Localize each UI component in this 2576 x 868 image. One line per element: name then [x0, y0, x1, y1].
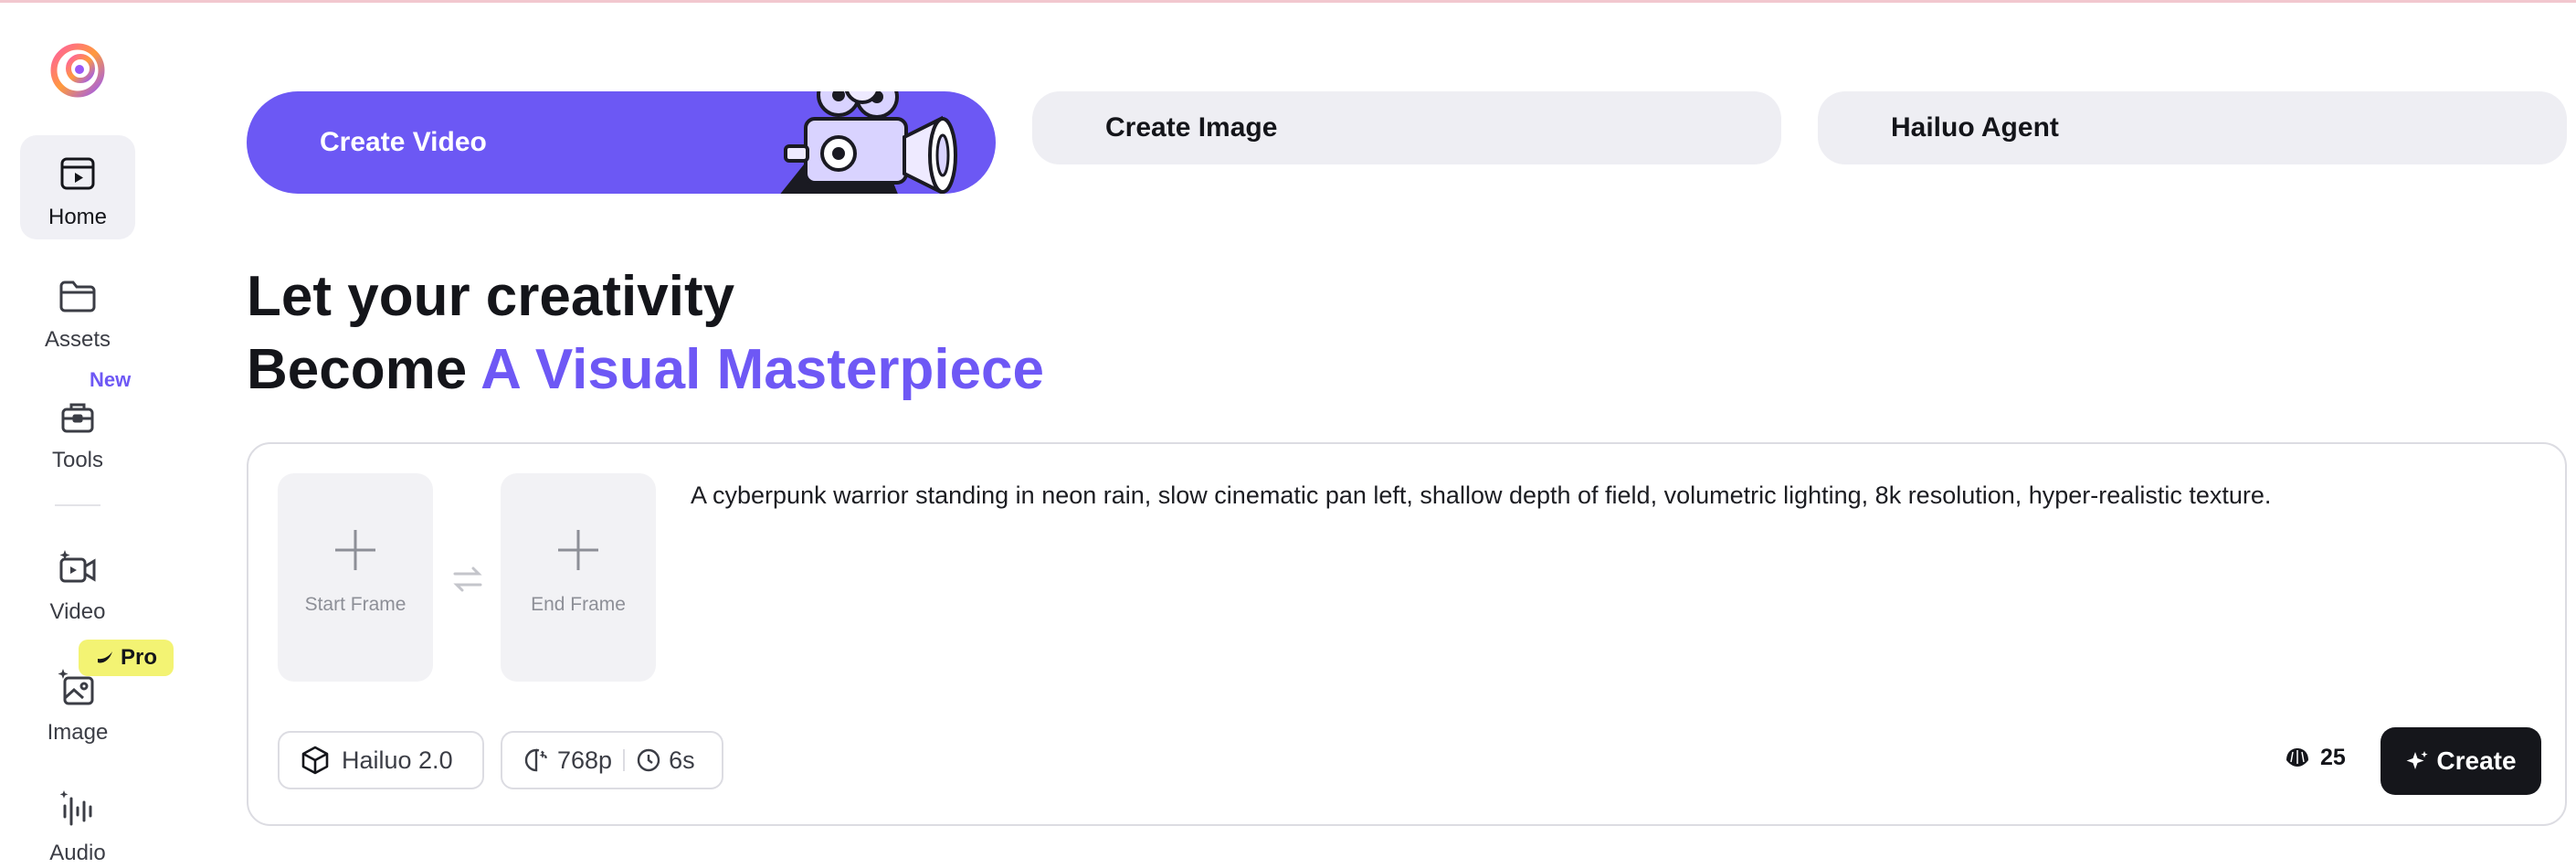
settings-separator [623, 749, 626, 771]
cube-icon [301, 746, 329, 775]
banana-icon [97, 651, 112, 663]
sidebar-item-label: Audio [49, 841, 106, 865]
start-frame-label: Start Frame [304, 594, 406, 615]
tab-label: Create Image [1105, 112, 1278, 143]
tab-create-image[interactable]: Create Image [1032, 91, 1781, 164]
video-icon [59, 550, 96, 583]
create-button[interactable]: Create [2381, 727, 2541, 795]
credits-shell-icon [2286, 748, 2308, 767]
sidebar: Home Assets Tools New Video Image Pro Au… [0, 0, 174, 868]
end-frame-label: End Frame [531, 594, 626, 615]
sidebar-item-label: Home [48, 205, 108, 229]
sidebar-item-label: Image [47, 720, 109, 745]
sidebar-item-label: Assets [44, 327, 111, 352]
resolution-label: 768p [557, 746, 613, 774]
credits-value: 25 [2320, 744, 2346, 770]
sidebar-item-video[interactable]: Video [20, 530, 135, 634]
tab-hailuo-agent[interactable]: Hailuo Agent [1818, 91, 2567, 164]
model-selector[interactable]: Hailuo 2.0 [278, 731, 484, 789]
pro-badge: Pro [79, 640, 174, 676]
sidebar-item-assets[interactable]: Assets [20, 258, 135, 362]
page-headline: Let your creativity Become A Visual Mast… [247, 260, 1044, 407]
tab-label: Create Video [320, 127, 487, 157]
duration-label: 6s [669, 746, 695, 774]
swap-frames-icon[interactable] [449, 561, 486, 598]
tab-create-video[interactable]: Create Video [247, 91, 996, 194]
sidebar-divider [55, 504, 100, 506]
sparkle-icon [2406, 751, 2429, 769]
pro-badge-label: Pro [120, 645, 157, 670]
new-badge: New [90, 368, 132, 391]
sidebar-item-label: Video [49, 599, 106, 624]
prompt-input[interactable]: A cyberpunk warrior standing in neon rai… [691, 477, 2518, 513]
plus-icon [558, 530, 598, 570]
prompt-card: Start Frame End Frame A cyberpunk warrio… [247, 442, 2567, 826]
top-border [0, 0, 2576, 3]
folder-icon [59, 281, 96, 312]
sidebar-item-audio[interactable]: Audio [20, 771, 135, 868]
toolbox-icon [61, 403, 94, 433]
headline-accent: A Visual Masterpiece [480, 338, 1045, 401]
sidebar-item-home[interactable]: Home [20, 135, 135, 239]
credits-cost: 25 [2284, 744, 2346, 771]
tab-label: Hailuo Agent [1891, 112, 2059, 143]
audio-waveform-icon [59, 790, 92, 826]
plus-icon [335, 530, 375, 570]
clock-icon [637, 748, 660, 772]
hailuo-logo[interactable] [49, 42, 106, 99]
create-button-label: Create [2436, 746, 2517, 775]
headline-prefix: Become [247, 338, 481, 401]
sidebar-item-label: Tools [51, 448, 104, 472]
sidebar-item-tools[interactable]: Tools [20, 378, 135, 482]
headline-line-1: Let your creativity [247, 265, 735, 328]
resolution-icon [524, 748, 548, 772]
video-settings-selector[interactable]: 768p 6s [501, 731, 723, 789]
movie-camera-illustration [780, 91, 957, 194]
end-frame-upload[interactable]: End Frame [501, 473, 656, 682]
model-label: Hailuo 2.0 [342, 746, 453, 774]
home-icon [60, 157, 95, 190]
start-frame-upload[interactable]: Start Frame [278, 473, 433, 682]
headline-line-2: Become A Visual Masterpiece [247, 333, 1044, 407]
